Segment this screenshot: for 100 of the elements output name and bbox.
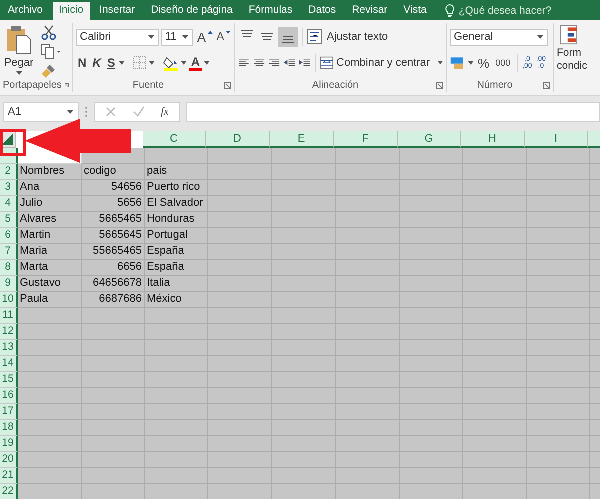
row-header[interactable]: 13 bbox=[0, 340, 18, 356]
bar-chart-icon bbox=[557, 24, 577, 46]
row-header[interactable]: 14 bbox=[0, 356, 18, 372]
insert-function-button[interactable]: fx bbox=[161, 106, 169, 118]
table-cell bbox=[336, 468, 400, 484]
table-cell bbox=[272, 468, 336, 484]
dialog-launcher-icon[interactable] bbox=[64, 82, 69, 89]
column-header[interactable]: H bbox=[461, 131, 525, 148]
row-header[interactable]: 18 bbox=[0, 420, 18, 436]
table-cell bbox=[463, 372, 527, 388]
ribbon-tab[interactable]: Datos bbox=[302, 2, 342, 20]
table-cell bbox=[463, 244, 527, 260]
table-cell bbox=[527, 372, 590, 388]
row-header[interactable]: 2 bbox=[0, 164, 18, 180]
table-cell bbox=[336, 372, 400, 388]
row-header[interactable]: 20 bbox=[0, 452, 18, 468]
caret-icon bbox=[16, 71, 22, 75]
table-cell bbox=[208, 436, 272, 452]
table-cell bbox=[208, 404, 272, 420]
caret-icon[interactable] bbox=[204, 61, 210, 65]
table-cell: 6687686 bbox=[82, 292, 145, 308]
caret-icon[interactable] bbox=[468, 61, 474, 65]
column-header[interactable]: G bbox=[398, 131, 461, 148]
paste-button[interactable]: Pegar bbox=[3, 23, 35, 79]
bold-button[interactable]: N bbox=[76, 56, 89, 70]
ribbon-tab[interactable]: Diseño de página bbox=[145, 2, 239, 20]
row-header[interactable]: 5 bbox=[0, 212, 18, 228]
scissors-icon[interactable] bbox=[41, 25, 57, 41]
table-cell: Gustavo bbox=[18, 276, 82, 292]
row-header[interactable]: 11 bbox=[0, 308, 18, 324]
table-cell bbox=[145, 356, 208, 372]
currency-icon[interactable] bbox=[450, 55, 466, 71]
conditional-format-button[interactable]: Form condic bbox=[554, 20, 588, 95]
copy-icon[interactable] bbox=[41, 44, 61, 60]
row-header[interactable]: 7 bbox=[0, 244, 18, 260]
ribbon-tab[interactable]: Vista bbox=[398, 2, 433, 20]
italic-button[interactable]: K bbox=[90, 56, 104, 70]
table-cell bbox=[18, 452, 82, 468]
column-header[interactable]: F bbox=[334, 131, 398, 148]
row-header[interactable]: 8 bbox=[0, 260, 18, 276]
number-format-dropdown[interactable]: General bbox=[450, 28, 548, 46]
font-name-dropdown[interactable]: Calibri bbox=[76, 28, 160, 46]
underline-button[interactable]: S bbox=[105, 56, 118, 70]
column-header[interactable]: I bbox=[525, 131, 588, 148]
table-cell bbox=[463, 276, 527, 292]
table-cell: México bbox=[145, 292, 208, 308]
percent-button[interactable]: % bbox=[476, 56, 492, 70]
row-header[interactable]: 16 bbox=[0, 388, 18, 404]
font-size-dropdown[interactable]: 11 bbox=[161, 28, 194, 46]
row-header[interactable]: 9 bbox=[0, 276, 18, 292]
caret-icon[interactable] bbox=[181, 61, 188, 65]
caret-icon[interactable] bbox=[438, 61, 443, 65]
merge-center-button[interactable]: Combinar y centrar bbox=[336, 57, 430, 69]
name-box[interactable]: A1 bbox=[3, 102, 79, 122]
brush-icon[interactable] bbox=[41, 63, 57, 79]
wrap-text-icon bbox=[307, 29, 325, 45]
row-header[interactable]: 21 bbox=[0, 468, 18, 484]
table-cell bbox=[336, 260, 400, 276]
thousands-button[interactable]: 000 bbox=[494, 58, 513, 68]
fill-color-icon[interactable] bbox=[163, 55, 180, 71]
wrap-text-button[interactable]: Ajustar texto bbox=[327, 31, 388, 43]
column-header[interactable]: C bbox=[143, 131, 206, 148]
grow-font-button[interactable]: A bbox=[195, 30, 206, 44]
dialog-launcher-icon[interactable] bbox=[436, 82, 443, 89]
row-header[interactable]: 15 bbox=[0, 372, 18, 388]
caret-icon[interactable] bbox=[119, 61, 126, 65]
row-header[interactable]: 17 bbox=[0, 404, 18, 420]
table-cell bbox=[527, 292, 590, 308]
shrink-font-button[interactable]: A bbox=[214, 31, 224, 43]
ribbon-tab[interactable]: Inicio bbox=[53, 2, 90, 20]
ribbon-tab[interactable]: Revisar bbox=[346, 2, 394, 20]
table-cell bbox=[272, 244, 336, 260]
dialog-launcher-icon[interactable] bbox=[542, 82, 550, 89]
dialog-launcher-icon[interactable] bbox=[224, 82, 231, 89]
align-bottom-icon[interactable] bbox=[278, 27, 298, 47]
ribbon-tab[interactable]: Fórmulas bbox=[242, 2, 299, 20]
table-cell bbox=[272, 340, 336, 356]
tell-me-field[interactable]: ¿Qué desea hacer? bbox=[444, 2, 555, 20]
table-cell bbox=[208, 148, 272, 164]
row-header[interactable]: 22 bbox=[0, 484, 18, 499]
table-cell bbox=[400, 148, 463, 164]
check-icon[interactable] bbox=[133, 106, 145, 118]
merge-cells-icon bbox=[320, 55, 335, 71]
formula-field[interactable] bbox=[186, 102, 600, 122]
table-cell bbox=[463, 420, 527, 436]
ribbon-tab[interactable]: Insertar bbox=[94, 2, 142, 20]
row-header[interactable]: 4 bbox=[0, 196, 18, 212]
font-color-button[interactable]: A bbox=[189, 56, 202, 70]
row-header[interactable]: 6 bbox=[0, 228, 18, 244]
caret-icon[interactable] bbox=[149, 61, 156, 65]
row-header[interactable]: 10 bbox=[0, 292, 18, 308]
caret-icon bbox=[182, 35, 190, 39]
table-cell: El Salvador bbox=[145, 196, 208, 212]
ribbon-tab[interactable]: Archivo bbox=[2, 2, 50, 20]
table-cell bbox=[527, 228, 590, 244]
column-header[interactable]: D bbox=[206, 131, 270, 148]
row-header[interactable]: 3 bbox=[0, 180, 18, 196]
column-header[interactable]: E bbox=[270, 131, 334, 148]
row-header[interactable]: 12 bbox=[0, 324, 18, 340]
row-header[interactable]: 19 bbox=[0, 436, 18, 452]
